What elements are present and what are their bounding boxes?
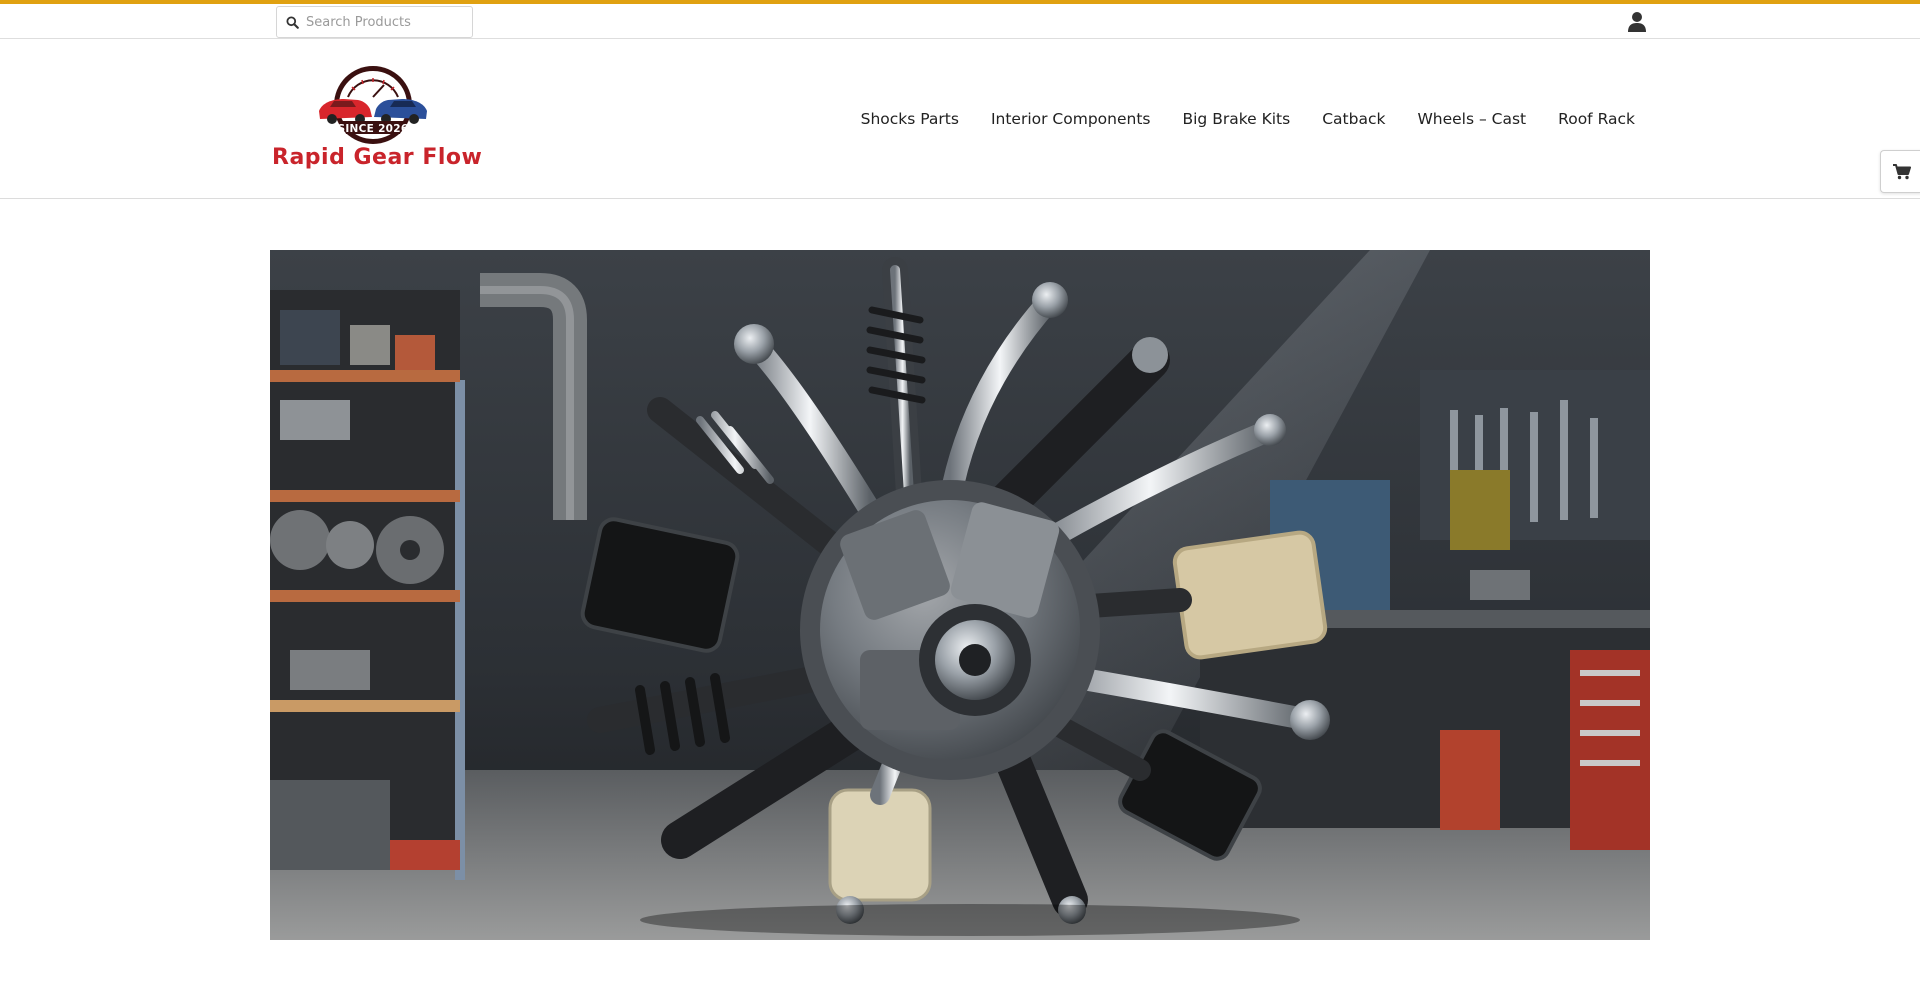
nav-item-wheels-cast[interactable]: Wheels – Cast	[1401, 110, 1542, 128]
logo-badge-text: SINCE 2026	[337, 123, 409, 135]
site-header: SINCE 2026 Rapid Gear Flow Shocks Parts …	[0, 40, 1920, 199]
cart-icon	[1892, 163, 1911, 179]
search-input[interactable]	[306, 14, 466, 30]
main-navigation: Shocks Parts Interior Components Big Bra…	[845, 110, 1635, 128]
site-logo[interactable]: SINCE 2026 Rapid Gear Flow	[272, 63, 483, 175]
search-box[interactable]	[276, 6, 473, 38]
nav-item-shocks-parts[interactable]: Shocks Parts	[845, 110, 975, 128]
hero-banner-image	[270, 250, 1650, 940]
user-icon[interactable]	[1627, 11, 1647, 33]
logo-wordmark: Rapid Gear Flow	[272, 145, 483, 170]
nav-item-big-brake-kits[interactable]: Big Brake Kits	[1166, 110, 1306, 128]
nav-item-interior-components[interactable]: Interior Components	[975, 110, 1167, 128]
nav-item-roof-rack[interactable]: Roof Rack	[1542, 110, 1635, 128]
search-icon	[286, 15, 299, 29]
nav-item-catback[interactable]: Catback	[1306, 110, 1401, 128]
floating-cart-button[interactable]	[1880, 150, 1920, 193]
top-utility-bar	[0, 4, 1920, 39]
hero-workshop-illustration	[270, 250, 1650, 940]
